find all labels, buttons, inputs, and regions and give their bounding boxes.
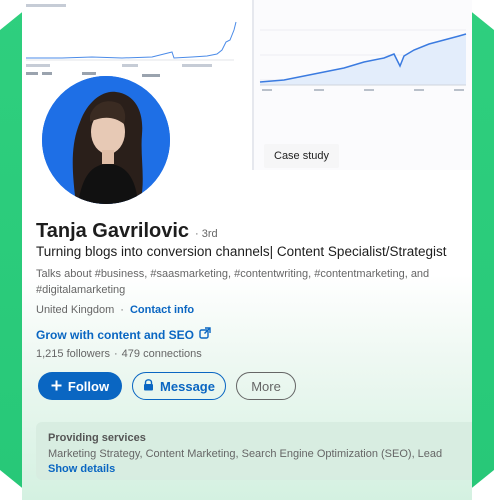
traffic-chart-left — [22, 0, 238, 80]
message-button[interactable]: Message — [132, 372, 226, 400]
avatar[interactable] — [40, 74, 172, 206]
contact-info-link[interactable]: Contact info — [130, 304, 194, 316]
case-study-badge[interactable]: Case study — [264, 144, 340, 168]
location-separator: · — [120, 304, 124, 316]
featured-chart-left[interactable] — [22, 0, 238, 80]
providing-services-panel: Providing services Marketing Strategy, C… — [36, 422, 472, 480]
profile-name: Tanja Gavrilovic — [36, 220, 190, 242]
follow-button[interactable]: Follow — [38, 372, 122, 400]
website-link-row[interactable]: Grow with content and SEO — [36, 326, 211, 344]
profile-card: Case study Tanja Gavrilovic · 3rd Turnin… — [22, 0, 472, 500]
show-details-link[interactable]: Show details — [48, 463, 115, 475]
follow-label: Follow — [67, 378, 110, 394]
more-label: More — [251, 378, 281, 394]
services-title: Providing services — [48, 432, 146, 444]
profile-location: United Kingdom — [36, 304, 115, 316]
website-link[interactable]: Grow with content and SEO — [36, 328, 194, 342]
followers-count[interactable]: 1,215 followers — [36, 348, 110, 360]
plus-icon — [51, 379, 62, 394]
connections-count[interactable]: 479 connections — [122, 348, 202, 360]
connection-degree: · 3rd — [195, 228, 218, 240]
count-separator: · — [114, 348, 118, 360]
more-button[interactable]: More — [236, 372, 296, 400]
message-label: Message — [160, 378, 215, 394]
profile-photo — [42, 76, 170, 204]
traffic-chart-right — [259, 29, 467, 91]
talks-about: Talks about #business, #saasmarketing, #… — [36, 268, 430, 296]
lock-icon — [143, 378, 154, 394]
profile-headline: Turning blogs into conversion channels| … — [36, 244, 447, 259]
services-list: Marketing Strategy, Content Marketing, S… — [48, 448, 443, 460]
external-link-icon — [199, 326, 211, 344]
